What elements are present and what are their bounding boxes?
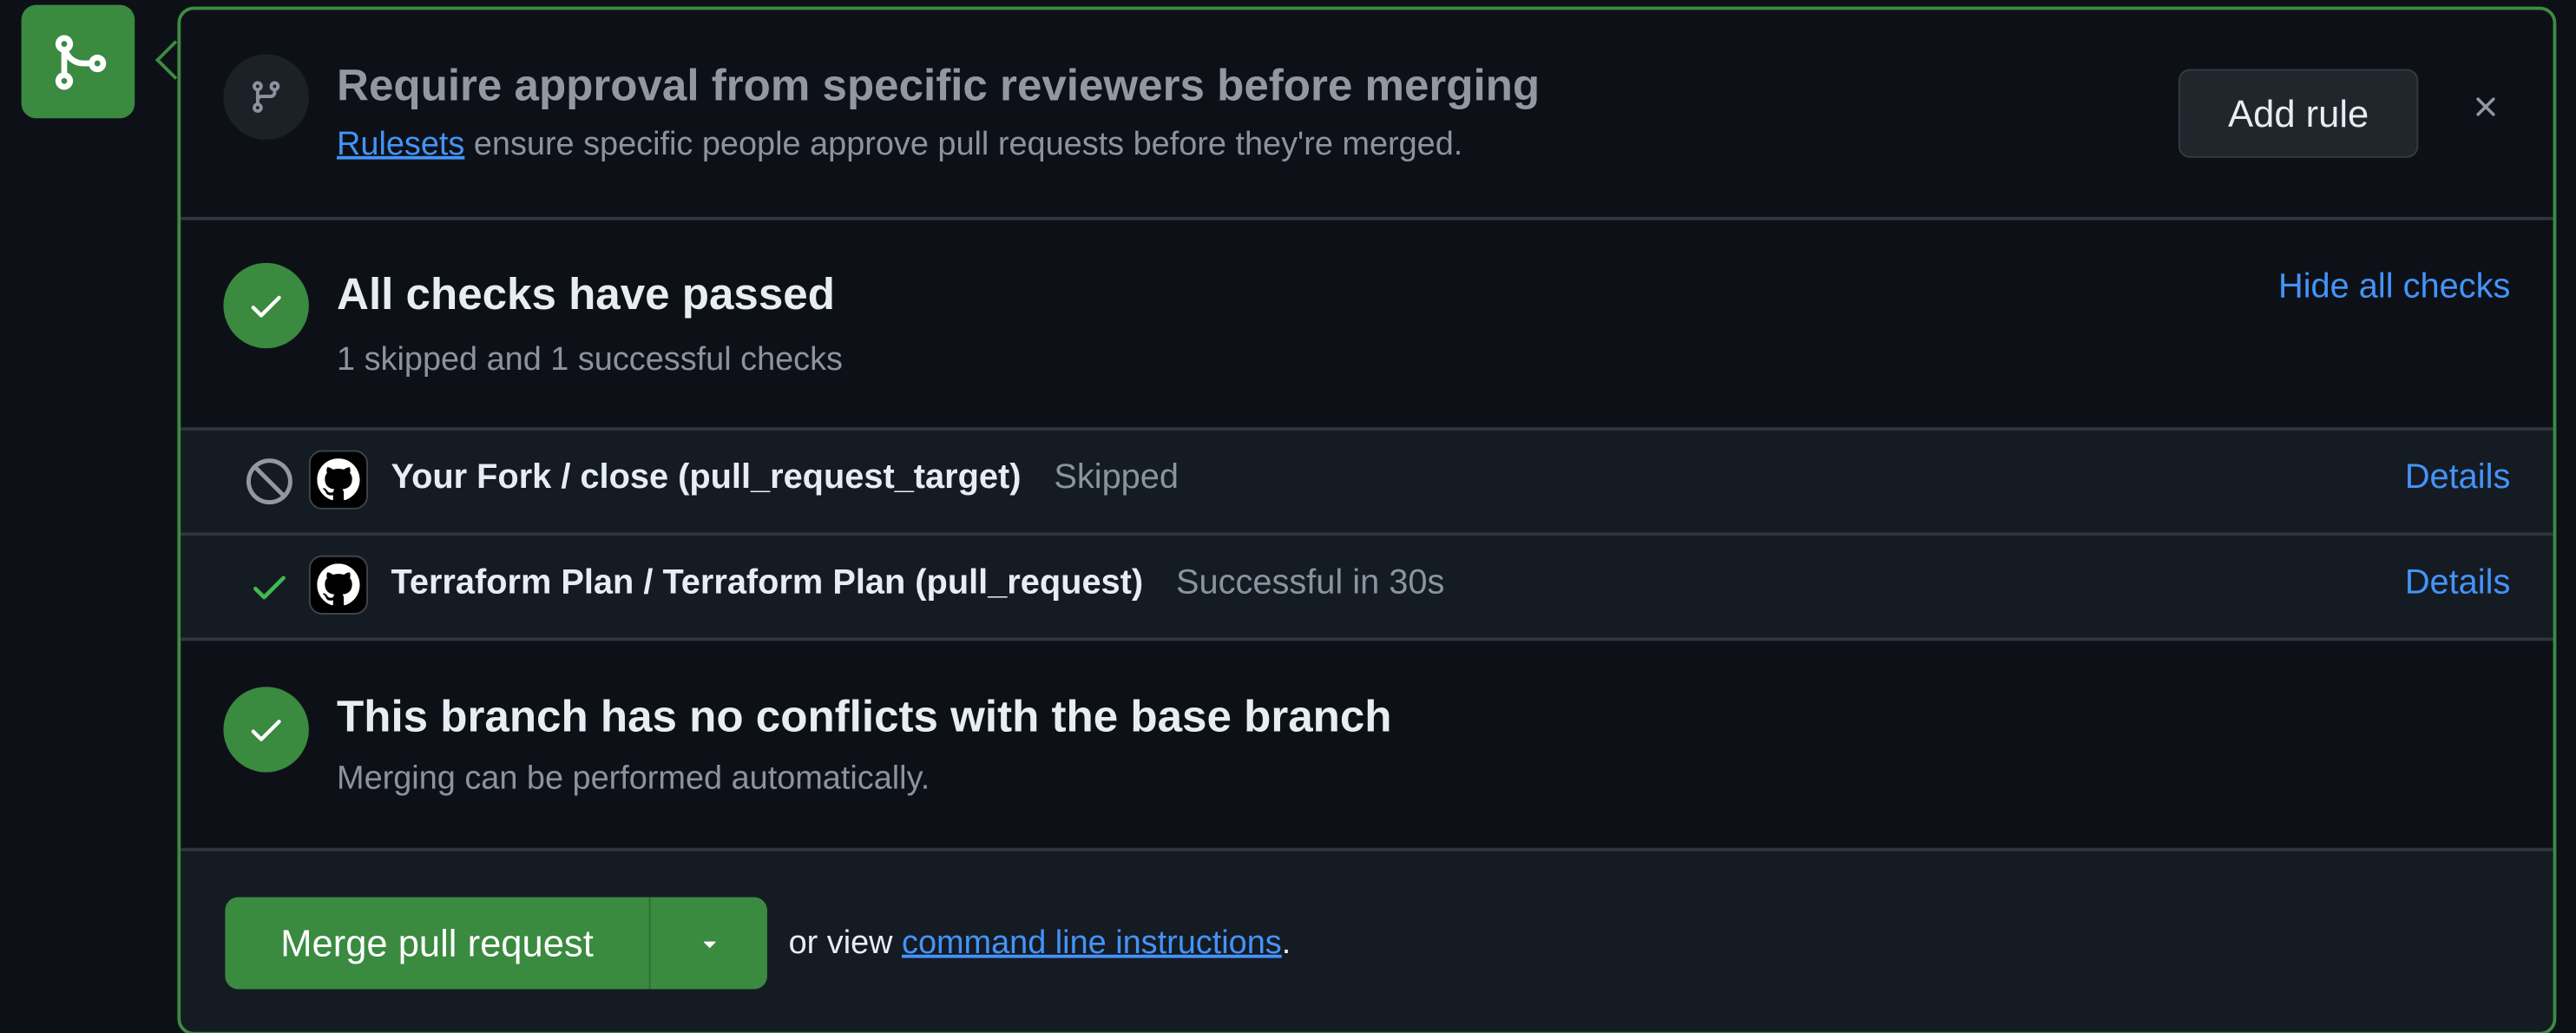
github-icon (308, 555, 369, 615)
git-branch-icon (223, 54, 309, 140)
hide-all-checks-link[interactable]: Hide all checks (2278, 268, 2510, 307)
merge-box-panel: Require approval from specific reviewers… (177, 6, 2557, 1033)
rulesets-link[interactable]: Rulesets (337, 127, 464, 163)
check-row: Your Fork / close (pull_request_target) S… (181, 430, 2553, 533)
check-name: Your Fork / close (pull_request_target) S… (391, 458, 1179, 497)
check-status-text: Skipped (1054, 458, 1180, 497)
skip-icon (246, 458, 292, 505)
or-view-prefix: or view (788, 924, 903, 962)
ruleset-title: Require approval from specific reviewers… (337, 61, 1541, 110)
merge-footer: Merge pull request or view command line … (181, 851, 2553, 1032)
ruleset-prompt: Require approval from specific reviewers… (181, 10, 2553, 217)
conflicts-title: This branch has no conflicts with the ba… (337, 691, 1392, 741)
checks-summary: All checks have passed 1 skipped and 1 s… (181, 220, 2553, 428)
check-name: Terraform Plan / Terraform Plan (pull_re… (391, 563, 1445, 602)
github-icon (308, 450, 369, 510)
check-name-text: Terraform Plan / Terraform Plan (pull_re… (391, 563, 1144, 602)
ruleset-description-text: ensure specific people approve pull requ… (464, 126, 1463, 163)
check-circle-icon (223, 262, 309, 349)
check-name-text: Your Fork / close (pull_request_target) (391, 458, 1022, 497)
git-merge-icon (21, 4, 135, 119)
check-circle-icon (223, 687, 309, 773)
close-icon[interactable] (2464, 85, 2507, 128)
checks-subtitle: 1 skipped and 1 successful checks (337, 341, 843, 378)
merge-button-group: Merge pull request (225, 897, 767, 990)
command-line-instructions-link[interactable]: command line instructions (902, 925, 1282, 962)
add-rule-button[interactable]: Add rule (2178, 69, 2419, 158)
check-details-link[interactable]: Details (2405, 563, 2511, 602)
or-view-period: . (1281, 924, 1291, 962)
ruleset-description: Rulesets ensure specific people approve … (337, 127, 1462, 165)
conflicts-subtitle: Merging can be performed automatically. (337, 760, 930, 798)
check-status-text: Successful in 30s (1175, 563, 1445, 602)
conflicts-section: This branch has no conflicts with the ba… (181, 641, 2553, 848)
merge-pull-request-button[interactable]: Merge pull request (225, 897, 651, 990)
check-details-link[interactable]: Details (2405, 458, 2511, 497)
triangle-down-icon[interactable] (651, 898, 767, 990)
check-row: Terraform Plan / Terraform Plan (pull_re… (181, 536, 2553, 638)
or-view-text: or view command line instructions. (789, 925, 1291, 964)
merge-box-root: Require approval from specific reviewers… (0, 0, 2576, 1033)
check-icon (246, 563, 292, 609)
checks-title: All checks have passed (337, 269, 835, 319)
